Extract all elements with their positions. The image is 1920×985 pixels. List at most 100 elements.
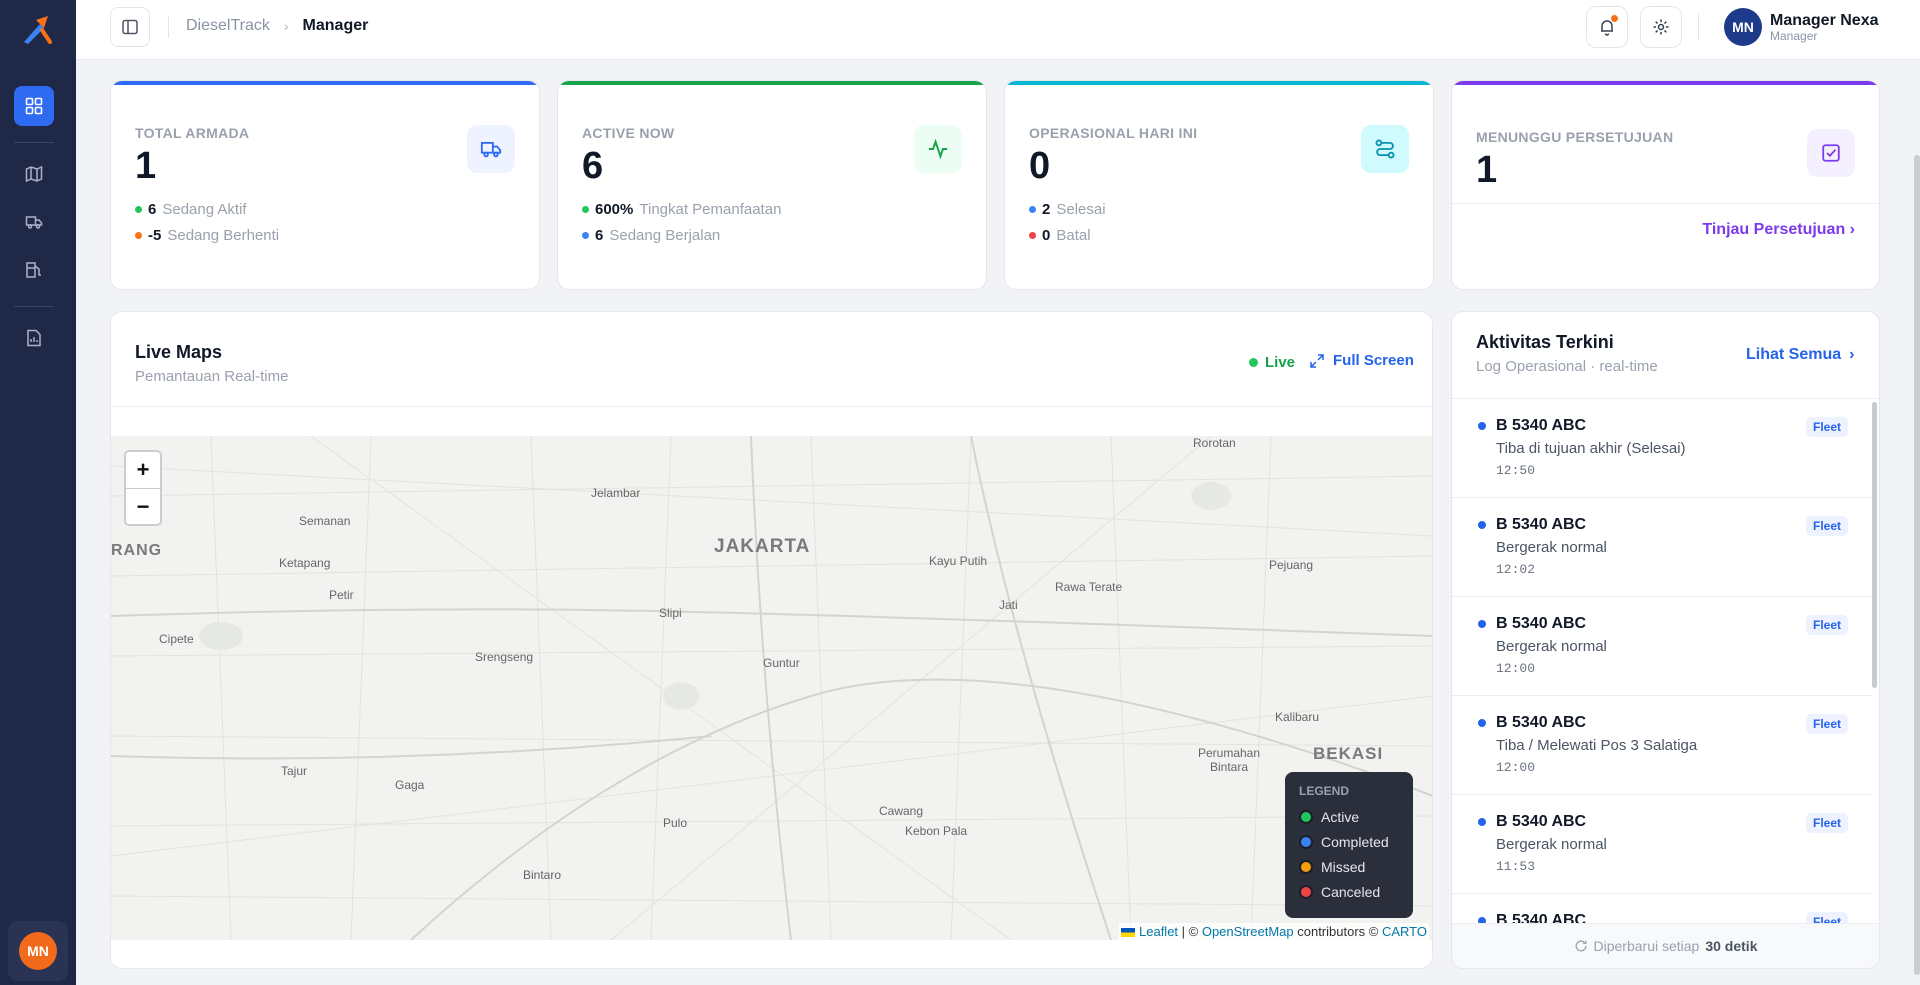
item-badge: Fleet (1805, 714, 1848, 734)
list-item[interactable]: B 5340 ABC Tiba / Melewati Pos 3 Salatiga… (1452, 696, 1872, 795)
legend-swatch (1299, 884, 1313, 899)
sidebar-user-avatar[interactable]: MN (8, 921, 68, 981)
activity-list[interactable]: B 5340 ABC Tiba di tujuan akhir (Selesai)… (1452, 399, 1872, 927)
stat-detail-label: Sedang Berhenti (167, 227, 280, 244)
sidebar-divider (14, 306, 54, 307)
map-place-label: Jelambar (591, 486, 641, 500)
legend-swatch (1299, 834, 1313, 849)
gear-icon (1653, 19, 1669, 35)
footer-interval: 30 detik (1705, 938, 1758, 954)
nav-reports[interactable] (14, 318, 54, 358)
map-place-label: Tajur (281, 764, 308, 778)
stat-detail-label: Selesai (1056, 201, 1106, 218)
fullscreen-button[interactable]: Full Screen (1309, 352, 1414, 369)
settings-button[interactable] (1640, 6, 1682, 48)
nav-dashboard[interactable] (14, 86, 54, 126)
stat-value: 0 (1029, 145, 1051, 187)
sidebar: MN (0, 0, 76, 985)
card-accent-bar (558, 81, 986, 85)
map-place-label: Kebon Pala (905, 824, 968, 838)
status-dot (582, 232, 589, 239)
stat-detail-value: 6 (148, 201, 157, 218)
sidebar-toggle-button[interactable] (110, 7, 150, 47)
leaflet-link[interactable]: Leaflet (1139, 924, 1178, 939)
notification-dot (1611, 15, 1618, 22)
map-icon (25, 165, 43, 183)
stat-detail: 6 Sedang Berjalan (582, 227, 720, 244)
stat-detail-label: Batal (1056, 227, 1091, 244)
activity-title: Aktivitas Terkini (1476, 332, 1614, 352)
carto-link[interactable]: CARTO (1382, 924, 1427, 939)
user-avatar[interactable]: MN (1724, 8, 1762, 46)
nav-map[interactable] (14, 154, 54, 194)
sidebar-toggle-icon (122, 19, 138, 35)
logo-icon (24, 16, 52, 44)
map-place-label: Semanan (299, 514, 351, 528)
stat-icon-box (467, 125, 515, 173)
list-item[interactable]: B 5340 ABC Bergerak normal 12:00 Fleet (1452, 597, 1872, 696)
nav-fleet[interactable] (14, 202, 54, 242)
legend-label: Completed (1321, 833, 1389, 850)
list-item[interactable]: B 5340 ABC Bergerak normal 12:02 Fleet (1452, 498, 1872, 597)
status-dot (1478, 818, 1486, 826)
card-accent-bar (1005, 81, 1433, 85)
user-name[interactable]: Manager Nexa (1770, 12, 1879, 30)
live-dot (1249, 358, 1258, 367)
nav-fuel[interactable] (14, 250, 54, 290)
map-place-label: Pulo (663, 816, 688, 830)
item-plate: B 5340 ABC (1496, 417, 1587, 434)
status-dot (135, 206, 142, 213)
item-time: 12:50 (1496, 463, 1536, 478)
map-place-label: Cawang (879, 804, 924, 818)
stat-detail-value: 6 (595, 227, 604, 244)
map-attribution: Leaflet | © OpenStreetMap contributors ©… (1119, 923, 1429, 940)
map-place-label: Petir (329, 588, 354, 602)
list-item[interactable]: B 5340 ABC Bergerak normal 11:53 Fleet (1452, 795, 1872, 894)
map-place-label: JAKARTA (714, 536, 811, 557)
stat-card-active-now: ACTIVE NOW 6 600% Tingkat Pemanfaatan 6 Se… (557, 80, 987, 290)
map-place-label: Rorotan (1193, 436, 1236, 450)
zoom-out-button[interactable]: − (126, 488, 160, 524)
refresh-icon (1575, 940, 1586, 952)
status-dot (1029, 232, 1036, 239)
item-description: Bergerak normal (1496, 836, 1607, 853)
zoom-control: + − (124, 450, 162, 526)
notifications-button[interactable] (1586, 6, 1628, 48)
see-all-link[interactable]: Lihat Semua › (1746, 346, 1854, 364)
legend-item: Canceled (1299, 879, 1399, 904)
legend-title: LEGEND (1299, 784, 1350, 798)
item-plate: B 5340 ABC (1496, 615, 1587, 632)
stat-detail-label: Tingkat Pemanfaatan (639, 201, 782, 218)
report-icon (27, 329, 41, 347)
truck-icon (25, 216, 43, 229)
page-scrollbar[interactable] (1914, 155, 1920, 975)
map-place-label: Pejuang (1269, 558, 1314, 572)
card-accent-bar (111, 81, 539, 85)
legend-swatch (1299, 809, 1313, 824)
attribution-text: | © (1178, 924, 1202, 939)
stat-value: 6 (582, 145, 604, 187)
osm-link[interactable]: OpenStreetMap (1202, 924, 1294, 939)
item-description: Bergerak normal (1496, 638, 1607, 655)
legend-item: Missed (1299, 854, 1399, 879)
card-divider (1452, 203, 1879, 204)
map-subtitle: Pemantauan Real-time (135, 368, 289, 385)
map-canvas[interactable]: Rorotan Jelambar Semanan RANG JAKARTA Ke… (111, 436, 1432, 940)
user-role: Manager (1770, 29, 1818, 43)
stat-icon-box (914, 125, 962, 173)
list-item[interactable]: B 5340 ABC Tiba di tujuan akhir (Selesai)… (1452, 399, 1872, 498)
legend-label: Canceled (1321, 883, 1381, 900)
header-divider (1698, 14, 1699, 40)
activity-card: Aktivitas Terkini Log Operasional · real… (1451, 311, 1880, 969)
truck-icon (480, 141, 502, 158)
stat-value: 1 (135, 145, 157, 187)
map-place-label: Cipete (159, 632, 194, 646)
stat-label: ACTIVE NOW (582, 125, 675, 141)
zoom-in-button[interactable]: + (126, 452, 160, 488)
card-accent-bar (1452, 81, 1879, 85)
breadcrumb-root[interactable]: DieselTrack (186, 17, 270, 35)
review-approval-link[interactable]: Tinjau Persetujuan › (1702, 221, 1855, 239)
activity-scrollbar[interactable] (1872, 402, 1877, 688)
map-place-label: Slipi (659, 606, 682, 620)
see-all-label: Lihat Semua (1746, 346, 1842, 363)
